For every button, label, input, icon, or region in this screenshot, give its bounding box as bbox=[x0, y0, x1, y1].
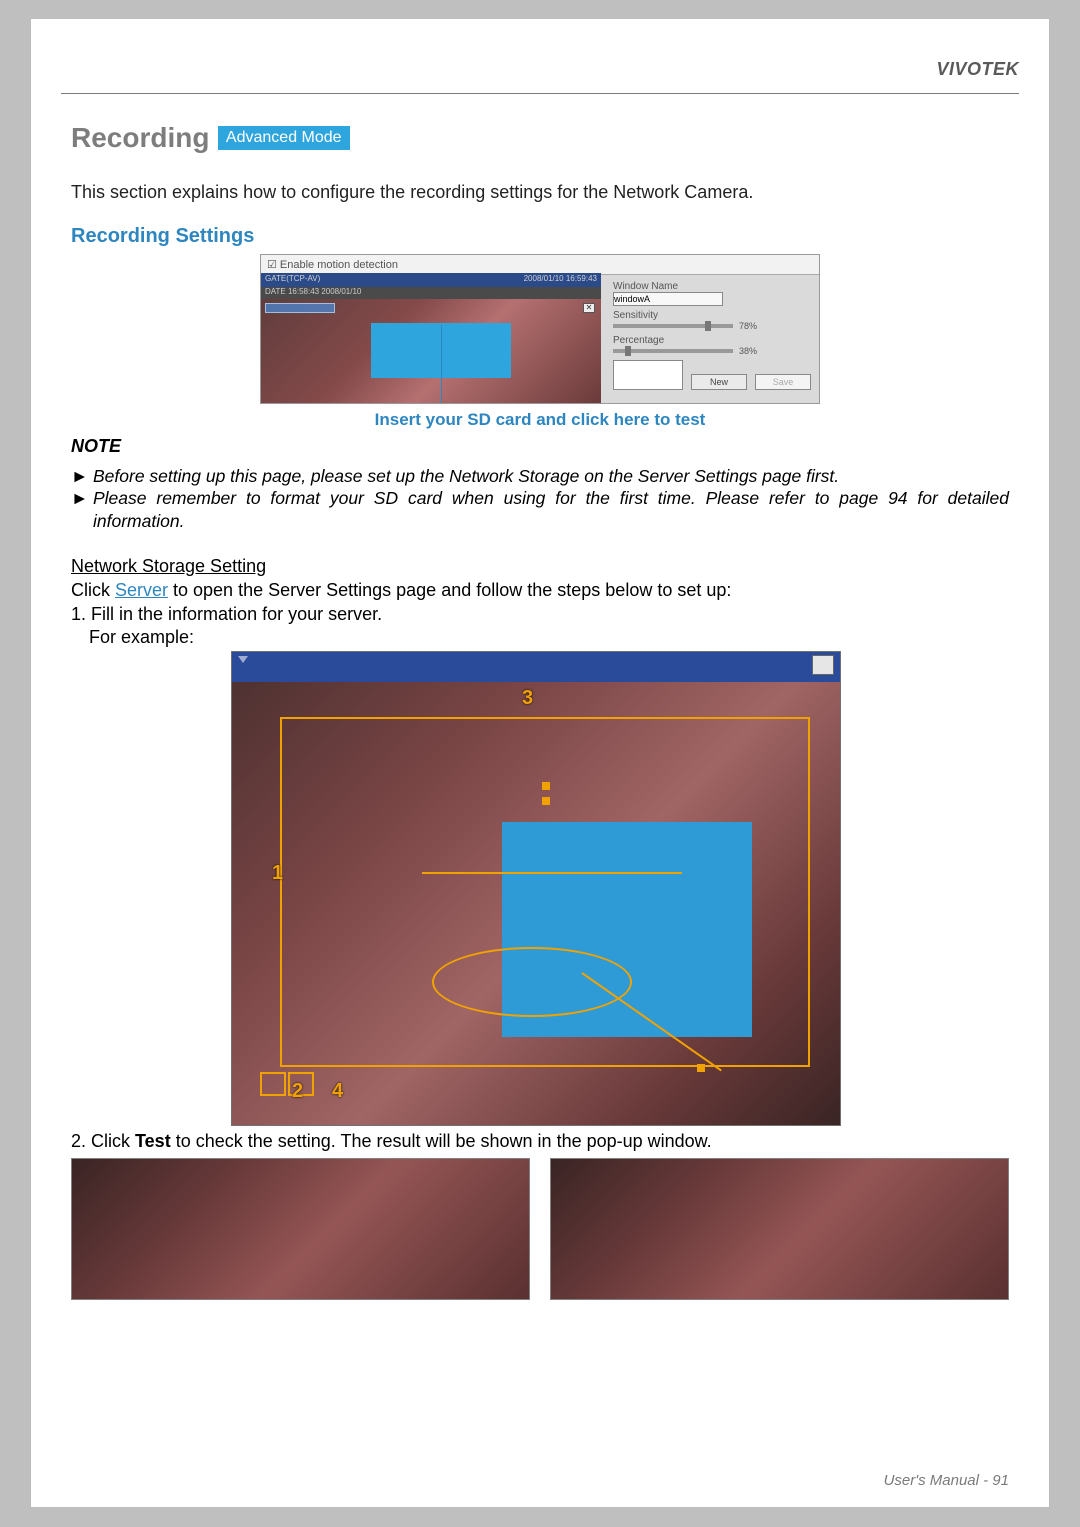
note-list: ► Before setting up this page, please se… bbox=[71, 465, 1009, 532]
enable-motion-label: Enable motion detection bbox=[280, 259, 398, 271]
save-button[interactable]: Save bbox=[755, 374, 811, 390]
page-content: Recording Advanced Mode This section exp… bbox=[31, 94, 1049, 1300]
close-icon bbox=[812, 655, 834, 675]
motion-detection-figure: ☑ Enable motion detection GATE(TCP-AV) 2… bbox=[260, 254, 820, 404]
page-footer: User's Manual - 91 bbox=[884, 1472, 1009, 1489]
result-figures-row bbox=[71, 1158, 1009, 1300]
manual-page: VIVOTEK Recording Advanced Mode This sec… bbox=[30, 18, 1050, 1508]
window-name-label: Window Name bbox=[613, 281, 813, 292]
window-label-box bbox=[265, 303, 335, 313]
step-marker-4: 4 bbox=[332, 1080, 343, 1103]
callout-line bbox=[441, 325, 442, 404]
note-item: ► Before setting up this page, please se… bbox=[71, 465, 1009, 487]
section-heading: Recording Settings bbox=[71, 225, 1009, 248]
video-title-left: GATE(TCP-AV) bbox=[265, 274, 320, 286]
sensitivity-slider[interactable] bbox=[613, 324, 733, 328]
new-button[interactable]: New bbox=[691, 374, 747, 390]
close-icon: ✕ bbox=[583, 303, 595, 313]
sensitivity-label: Sensitivity bbox=[613, 310, 813, 321]
result-popup-figure-right bbox=[550, 1158, 1009, 1300]
sd-card-caption: Insert your SD card and click here to te… bbox=[71, 410, 1009, 430]
step-marker-1: 1 bbox=[272, 862, 283, 885]
heading-row: Recording Advanced Mode bbox=[71, 122, 1009, 154]
note-item: ► Please remember to format your SD card… bbox=[71, 487, 1009, 532]
video-preview: GATE(TCP-AV) 2008/01/10 16:59:43 DATE 16… bbox=[261, 273, 601, 403]
enable-motion-checkbox-row: ☑ Enable motion detection bbox=[261, 255, 819, 275]
intro-paragraph: This section explains how to configure t… bbox=[71, 182, 1009, 203]
arrow-icon: ► bbox=[71, 465, 93, 487]
step-1: 1. Fill in the information for your serv… bbox=[71, 603, 1009, 626]
resize-handle-icon bbox=[542, 797, 550, 805]
annotation-ellipse bbox=[432, 947, 632, 1017]
percentage-value: 38% bbox=[739, 346, 757, 356]
step-marker-2: 2 bbox=[292, 1080, 303, 1103]
resize-handle-icon bbox=[697, 1064, 705, 1072]
video-date-bar: DATE 16:58:43 2008/01/10 bbox=[261, 287, 601, 299]
resize-handle-icon bbox=[542, 782, 550, 790]
result-popup-figure-left bbox=[71, 1158, 530, 1300]
toolbar-button-box bbox=[260, 1072, 286, 1096]
page-title: Recording bbox=[71, 122, 209, 154]
sensitivity-value: 78% bbox=[739, 321, 757, 331]
note-text: Please remember to format your SD card w… bbox=[93, 487, 1009, 532]
brand-name: VIVOTEK bbox=[936, 59, 1019, 80]
video-title-bar: GATE(TCP-AV) 2008/01/10 16:59:43 bbox=[261, 273, 601, 287]
percentage-label: Percentage bbox=[613, 335, 813, 346]
figure-title-bar bbox=[232, 652, 840, 682]
video-title-right: 2008/01/10 16:59:43 bbox=[524, 274, 597, 286]
annotation-line bbox=[422, 872, 682, 874]
percentage-slider[interactable] bbox=[613, 349, 733, 353]
step-marker-3: 3 bbox=[522, 687, 533, 710]
text-pre: Click bbox=[71, 580, 115, 600]
advanced-mode-badge: Advanced Mode bbox=[218, 126, 350, 150]
server-setup-figure: 3 1 2 4 bbox=[231, 651, 841, 1126]
network-storage-heading: Network Storage Setting bbox=[71, 556, 1009, 577]
motion-settings-panel: Window Name Sensitivity 78% Percentage 3… bbox=[613, 277, 813, 390]
step2-pre: 2. Click bbox=[71, 1131, 135, 1151]
window-listbox[interactable] bbox=[613, 360, 683, 390]
checkbox-icon: ☑ bbox=[267, 259, 280, 271]
dropdown-icon bbox=[238, 656, 248, 663]
note-heading: NOTE bbox=[71, 436, 1009, 457]
arrow-icon: ► bbox=[71, 487, 93, 532]
for-example-label: For example: bbox=[71, 626, 1009, 649]
text-post: to open the Server Settings page and fol… bbox=[168, 580, 731, 600]
server-link[interactable]: Server bbox=[115, 580, 168, 600]
note-text: Before setting up this page, please set … bbox=[93, 465, 839, 487]
network-storage-paragraph: Click Server to open the Server Settings… bbox=[71, 579, 1009, 602]
page-header: VIVOTEK bbox=[61, 19, 1019, 94]
step2-post: to check the setting. The result will be… bbox=[171, 1131, 712, 1151]
step2-bold: Test bbox=[135, 1131, 171, 1151]
window-name-input[interactable] bbox=[613, 292, 723, 306]
step-2: 2. Click Test to check the setting. The … bbox=[71, 1130, 1009, 1153]
